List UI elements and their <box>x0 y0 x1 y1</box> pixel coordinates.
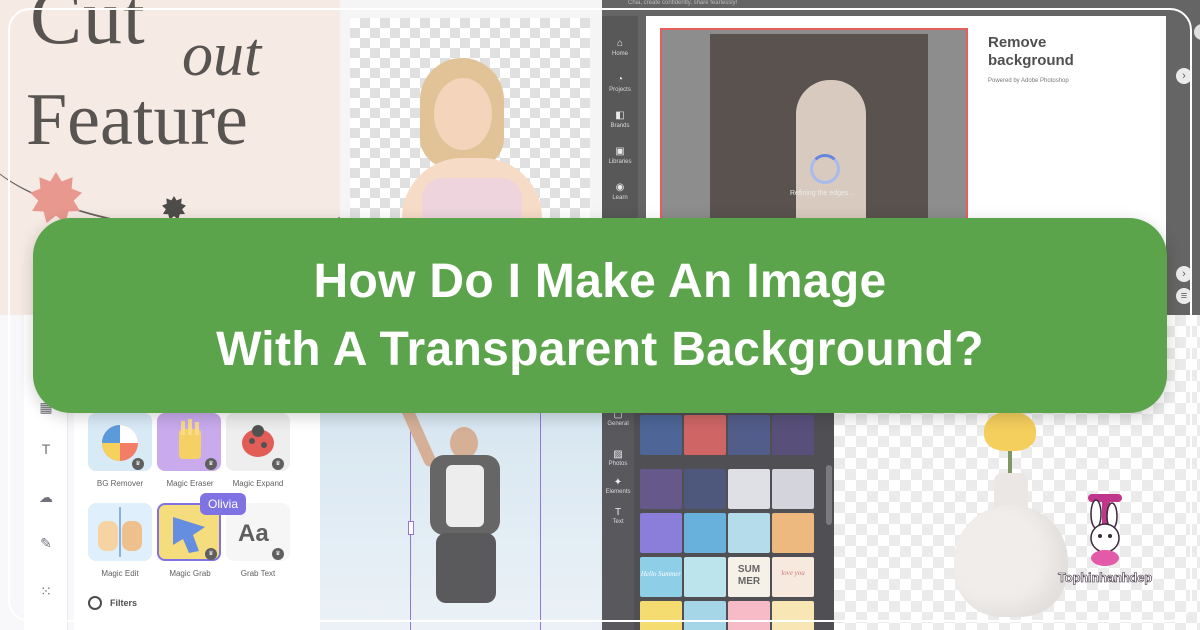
photo-tile[interactable] <box>640 513 682 553</box>
projects-icon: ◔ <box>616 74 624 85</box>
text-icon: T <box>614 507 622 518</box>
rail-item-photos[interactable]: ▨ Photos <box>602 449 634 467</box>
rail-item-elements[interactable]: ✦ Elements <box>602 477 634 495</box>
upload-cloud-icon[interactable]: ☁ <box>24 489 68 506</box>
tool-label-magic-expand: Magic Expand <box>232 479 284 488</box>
hello-summer-tile[interactable]: Hello Summer <box>640 557 682 597</box>
processing-status: Refining the edges... <box>790 190 855 197</box>
photo-tile[interactable] <box>728 601 770 630</box>
photo-tile[interactable] <box>640 415 682 455</box>
photo-tile[interactable] <box>772 469 814 509</box>
man-tshirt <box>446 465 484 527</box>
poster-word-cut: Cut <box>30 0 146 60</box>
photo-tile[interactable] <box>640 469 682 509</box>
photo-tile[interactable] <box>728 513 770 553</box>
filters-icon <box>88 596 102 610</box>
summer-tile[interactable]: SUM MER <box>728 557 770 597</box>
rail-item-home[interactable]: ⌂ Home <box>602 38 638 57</box>
transparency-checkerboard <box>350 18 590 248</box>
rail-item-learn[interactable]: ◉ Learn <box>602 182 638 201</box>
title-banner: How Do I Make An Image With A Transparen… <box>33 218 1167 413</box>
brand-logo: Tophinhanhdep <box>1040 488 1170 598</box>
photo-tile[interactable] <box>772 513 814 553</box>
love-you-tile[interactable]: love you <box>772 557 814 597</box>
pro-crown-icon: ♛ <box>272 548 284 560</box>
man-legs <box>436 533 496 603</box>
elements-icon: ✦ <box>613 477 623 488</box>
magic-edit-tile[interactable] <box>88 503 152 561</box>
libraries-icon: ▣ <box>615 146 625 157</box>
home-icon: ⌂ <box>616 38 624 49</box>
tool-label-grab-text: Grab Text <box>240 569 276 578</box>
close-icon[interactable]: × <box>1194 24 1200 40</box>
tool-label-magic-edit: Magic Edit <box>101 569 139 578</box>
resize-handle[interactable] <box>408 521 414 535</box>
collaborator-cursor-tag: Olivia <box>200 493 247 515</box>
pro-crown-icon: ♛ <box>205 548 217 560</box>
hands-icon <box>98 507 142 557</box>
chevron-right-icon[interactable]: › <box>1176 68 1192 84</box>
title-line-1: How Do I Make An Image <box>313 254 887 308</box>
photo-tile[interactable] <box>728 469 770 509</box>
powered-by-label: Powered by Adobe Photoshop <box>988 78 1069 84</box>
photo-tile[interactable] <box>772 415 814 455</box>
text-icon[interactable]: T <box>24 441 68 457</box>
rail-item-libraries[interactable]: ▣ Libraries <box>602 146 638 165</box>
photo-tile[interactable] <box>728 415 770 455</box>
photos-side-rail: ▢ General ▨ Photos ✦ Elements T Text <box>602 395 634 630</box>
header-tagline: Chia, create confidently, share fearless… <box>628 0 738 6</box>
poster-word-feature: Feature <box>26 79 248 161</box>
chat-icon[interactable]: ≡ <box>1176 288 1192 304</box>
filters-section-label[interactable]: Filters <box>110 598 137 608</box>
title-line-2: With A Transparent Background? <box>216 322 984 376</box>
scrollbar[interactable] <box>826 465 832 525</box>
portrait-photo <box>710 34 928 240</box>
pro-crown-icon: ♛ <box>132 458 144 470</box>
draw-icon[interactable]: ✎ <box>24 535 68 552</box>
image-preview: Refining the edges... <box>660 28 968 240</box>
dialog-title: Remove background <box>988 34 1074 69</box>
photo-tile[interactable] <box>684 601 726 630</box>
chevron-right-icon[interactable]: › <box>1176 266 1192 282</box>
pro-crown-icon: ♛ <box>272 458 284 470</box>
photo-icon: ▨ <box>613 449 623 460</box>
photo-tile[interactable] <box>684 513 726 553</box>
tool-label-bg-remover: BG Remover <box>96 479 144 488</box>
brands-icon: ◧ <box>615 110 625 121</box>
photo-tile[interactable] <box>640 601 682 630</box>
photo-tile[interactable] <box>684 469 726 509</box>
rail-item-projects[interactable]: ◔ Projects <box>602 74 638 93</box>
rabbit-mascot-icon <box>1088 494 1122 566</box>
photo-tile[interactable] <box>684 415 726 455</box>
apps-icon[interactable]: ⁙ <box>24 583 68 600</box>
rail-item-text[interactable]: T Text <box>602 507 634 525</box>
pro-crown-icon: ♛ <box>205 458 217 470</box>
loading-spinner-icon <box>810 154 840 184</box>
photo-tile[interactable] <box>684 557 726 597</box>
photo-tile[interactable] <box>772 601 814 630</box>
svg-text:Aa: Aa <box>238 520 269 547</box>
woman-face <box>434 78 492 150</box>
yellow-flower <box>984 411 1036 451</box>
thumbnail-canvas: Cut out Feature Chia, create confidently… <box>0 0 1200 630</box>
learn-icon: ◉ <box>615 182 625 193</box>
rail-item-brands[interactable]: ◧ Brands <box>602 110 638 129</box>
brand-wordmark: Tophinhanhdep <box>1058 570 1153 586</box>
